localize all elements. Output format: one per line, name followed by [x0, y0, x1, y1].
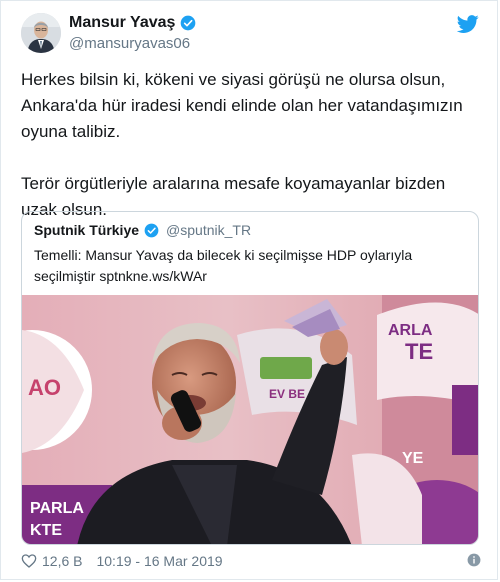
tweet-footer: 12,6 B 10:19 - 16 Mar 2019 — [21, 548, 481, 574]
verified-badge-icon — [181, 15, 196, 31]
quoted-text: Temelli: Mansur Yavaş da bilecek ki seçi… — [34, 247, 413, 284]
verified-badge-icon — [144, 223, 159, 237]
quoted-author-name: Sputnik Türkiye — [34, 222, 140, 238]
sign-text: ARLA — [388, 322, 433, 339]
info-icon[interactable] — [467, 553, 481, 567]
quoted-header: Sputnik Türkiye @sputnik_TR — [34, 222, 251, 238]
tweet-header: Mansur Yavaş @mansuryavas06 — [21, 13, 481, 57]
author-names: Mansur Yavaş @mansuryavas06 — [69, 14, 196, 52]
sign-text: EV BE — [269, 387, 305, 401]
author-name[interactable]: Mansur Yavaş — [69, 14, 175, 32]
twitter-bird-icon[interactable] — [457, 13, 479, 35]
quoted-photo[interactable]: AO EV BE ARLA TE PARLA KTE YE — [22, 295, 479, 545]
quoted-tweet[interactable]: Sputnik Türkiye @sputnik_TR Temelli: Man… — [21, 211, 479, 545]
sign-text: YE — [402, 450, 424, 467]
like-count[interactable]: 12,6 B — [42, 553, 82, 569]
tweet-paragraph: Herkes bilsin ki, kökeni ve siyasi görüş… — [21, 70, 463, 141]
sign-text: KTE — [30, 522, 62, 539]
heart-icon[interactable] — [21, 553, 37, 569]
sign-text: PARLA — [30, 500, 84, 517]
avatar[interactable] — [21, 13, 61, 53]
tweet-timestamp[interactable]: 10:19 - 16 Mar 2019 — [96, 553, 222, 569]
sign-text: TE — [405, 339, 433, 364]
sign-text: AO — [28, 375, 61, 400]
author-handle[interactable]: @mansuryavas06 — [69, 35, 196, 52]
tweet-card: Mansur Yavaş @mansuryavas06 Herkes bilsi… — [0, 0, 498, 580]
quoted-author-handle: @sputnik_TR — [166, 222, 252, 238]
